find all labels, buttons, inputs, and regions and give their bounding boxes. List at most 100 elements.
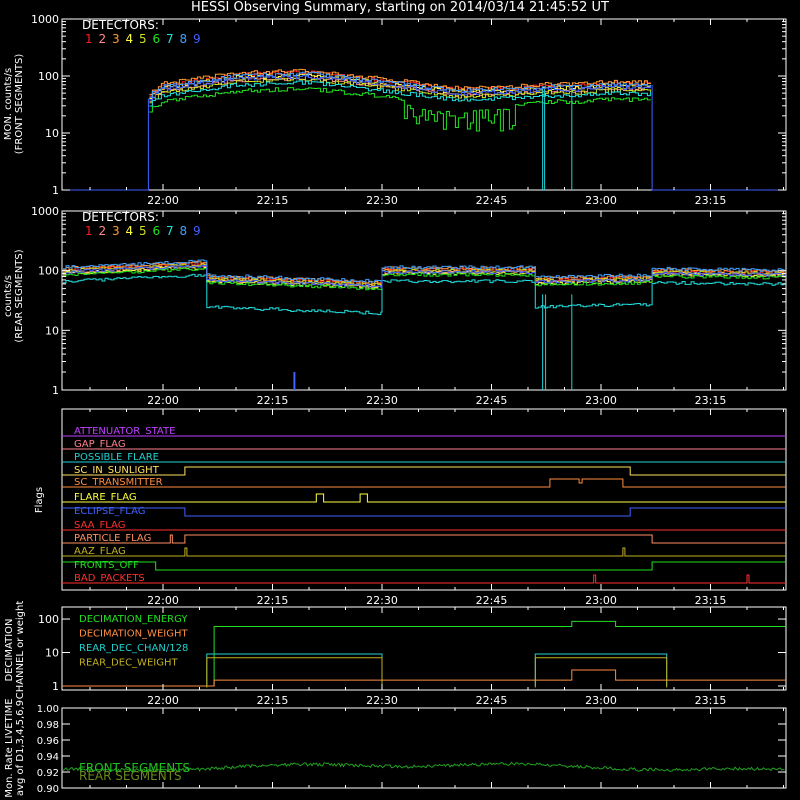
- y-axis-label: counts/s: [3, 275, 14, 317]
- x-tick-label: 22:00: [147, 594, 179, 607]
- y-axis-label: (FRONT SEGMENTS): [14, 54, 25, 155]
- flag-label: FLARE_FLAG: [74, 492, 137, 503]
- detector-number-2: 2: [99, 32, 107, 46]
- x-tick-label: 22:30: [366, 394, 398, 407]
- flag-label: SC_TRANSMITTER: [74, 477, 163, 488]
- detector-number-3: 3: [112, 32, 120, 46]
- x-tick-label: 22:00: [147, 194, 179, 207]
- detector-number-6: 6: [153, 32, 161, 46]
- y-tick-label: 0.92: [37, 768, 59, 779]
- front-baseline: [651, 84, 786, 191]
- x-tick-label: 23:15: [695, 694, 727, 707]
- x-tick-label: 22:00: [147, 694, 179, 707]
- y-tick-label: 1000: [31, 205, 59, 218]
- flag-line: [62, 507, 786, 517]
- x-tick-label: 22:30: [366, 194, 398, 207]
- flag-label: PARTICLE_FLAG: [74, 533, 151, 544]
- detector-number-7: 7: [166, 224, 174, 238]
- x-tick-label: 22:30: [366, 694, 398, 707]
- y-tick-label: 0.94: [37, 752, 59, 763]
- x-tick-label: 22:45: [476, 394, 508, 407]
- x-tick-label: 22:15: [257, 594, 289, 607]
- flag-label: POSSIBLE_FLARE: [74, 452, 159, 463]
- x-tick-label: 22:45: [476, 594, 508, 607]
- rear-dec-weight-line: [206, 657, 668, 688]
- y-axis-label: (REAR SEGMENTS): [14, 249, 25, 342]
- x-tick-label: 22:30: [366, 594, 398, 607]
- detector-number-8: 8: [180, 224, 188, 238]
- detectors-label: DETECTORS:: [82, 18, 159, 32]
- flag-label: GAP_FLAG: [74, 439, 126, 450]
- y-axis-label: MON. counts/s: [3, 68, 14, 140]
- detector-number-6: 6: [153, 224, 161, 238]
- x-tick-label: 22:15: [257, 694, 289, 707]
- detector-number-1: 1: [85, 224, 93, 238]
- x-tick-label: 23:00: [585, 694, 617, 707]
- flag-label: AAZ_FLAG: [74, 546, 126, 557]
- x-tick-label: 22:45: [476, 194, 508, 207]
- rear-detector-7-line: [63, 273, 785, 316]
- detector-number-7: 7: [166, 32, 174, 46]
- detector-number-9: 9: [193, 224, 201, 238]
- decimation-legend-label: REAR_DEC_WEIGHT: [79, 658, 178, 669]
- flag-line: [62, 466, 786, 476]
- detector-number-2: 2: [99, 224, 107, 238]
- rear-saa-dip: [542, 294, 573, 390]
- x-tick-label: 23:00: [585, 394, 617, 407]
- flag-label: SAA_FLAG: [74, 520, 125, 531]
- front-baseline: [62, 98, 149, 191]
- flag-line: [62, 478, 786, 488]
- y-tick-label: 100: [38, 613, 59, 626]
- x-tick-label: 22:15: [257, 194, 289, 207]
- x-tick-label: 23:00: [585, 594, 617, 607]
- y-tick-label: 10: [45, 324, 59, 337]
- flag-label: BAD_PACKETS: [74, 573, 145, 584]
- y-tick-label: 0.98: [37, 720, 59, 731]
- y-tick-label: 1.00: [37, 704, 59, 715]
- y-axis-label: Flags: [34, 487, 45, 513]
- decimation-legend-label: DECIMATION_WEIGHT: [79, 629, 188, 640]
- y-axis-label: avg of D1,3,4,5,6,9: [15, 700, 26, 796]
- x-tick-label: 23:15: [695, 194, 727, 207]
- detector-number-9: 9: [193, 32, 201, 46]
- flag-label: SC_IN_SUNLIGHT: [74, 465, 160, 476]
- x-tick-label: 23:00: [585, 194, 617, 207]
- detector-number-4: 4: [126, 224, 134, 238]
- flag-line: [62, 493, 786, 503]
- detector-number-5: 5: [139, 224, 147, 238]
- flag-line: [62, 534, 786, 544]
- flag-line: [62, 574, 786, 584]
- decimation-legend-label: DECIMATION_ENERGY: [79, 614, 188, 625]
- x-tick-label: 23:15: [695, 594, 727, 607]
- y-tick-label: 1000: [31, 13, 59, 26]
- x-tick-label: 22:15: [257, 394, 289, 407]
- x-tick-label: 22:45: [476, 694, 508, 707]
- livetime-legend-label: REAR SEGMENTS: [79, 769, 182, 783]
- flag-line: [62, 547, 786, 557]
- detector-number-4: 4: [126, 32, 134, 46]
- detector-number-3: 3: [112, 224, 120, 238]
- flag-line: [62, 561, 786, 571]
- decimation-weight-line: [62, 669, 786, 687]
- y-axis-label: CHANNEL or weight: [15, 601, 26, 700]
- y-tick-label: 100: [38, 70, 59, 83]
- x-tick-label: 23:15: [695, 394, 727, 407]
- y-tick-label: 10: [45, 127, 59, 140]
- decimation-legend-label: REAR_DEC_CHAN/128: [79, 643, 188, 654]
- observing-summary-figure: 22:00 22:15 22:30 22:45 23:00 23:151101001000…: [3, 13, 787, 798]
- y-tick-label: 1: [52, 680, 59, 693]
- y-axis-label: Mon. Rate LIVETIME: [4, 698, 15, 797]
- y-tick-label: 0.90: [37, 784, 59, 795]
- y-tick-label: 100: [38, 265, 59, 278]
- y-tick-label: 0.96: [37, 736, 59, 747]
- detectors-label: DETECTORS:: [82, 210, 159, 224]
- y-tick-label: 1: [52, 184, 59, 197]
- detector-number-8: 8: [180, 32, 188, 46]
- detector-number-5: 5: [139, 32, 147, 46]
- y-axis-label: DECIMATION: [4, 618, 15, 681]
- flag-label: ATTENUATOR_STATE: [74, 426, 175, 437]
- x-tick-label: 22:00: [147, 394, 179, 407]
- y-tick-label: 10: [45, 647, 59, 660]
- detector-number-1: 1: [85, 32, 93, 46]
- y-tick-label: 1: [52, 384, 59, 397]
